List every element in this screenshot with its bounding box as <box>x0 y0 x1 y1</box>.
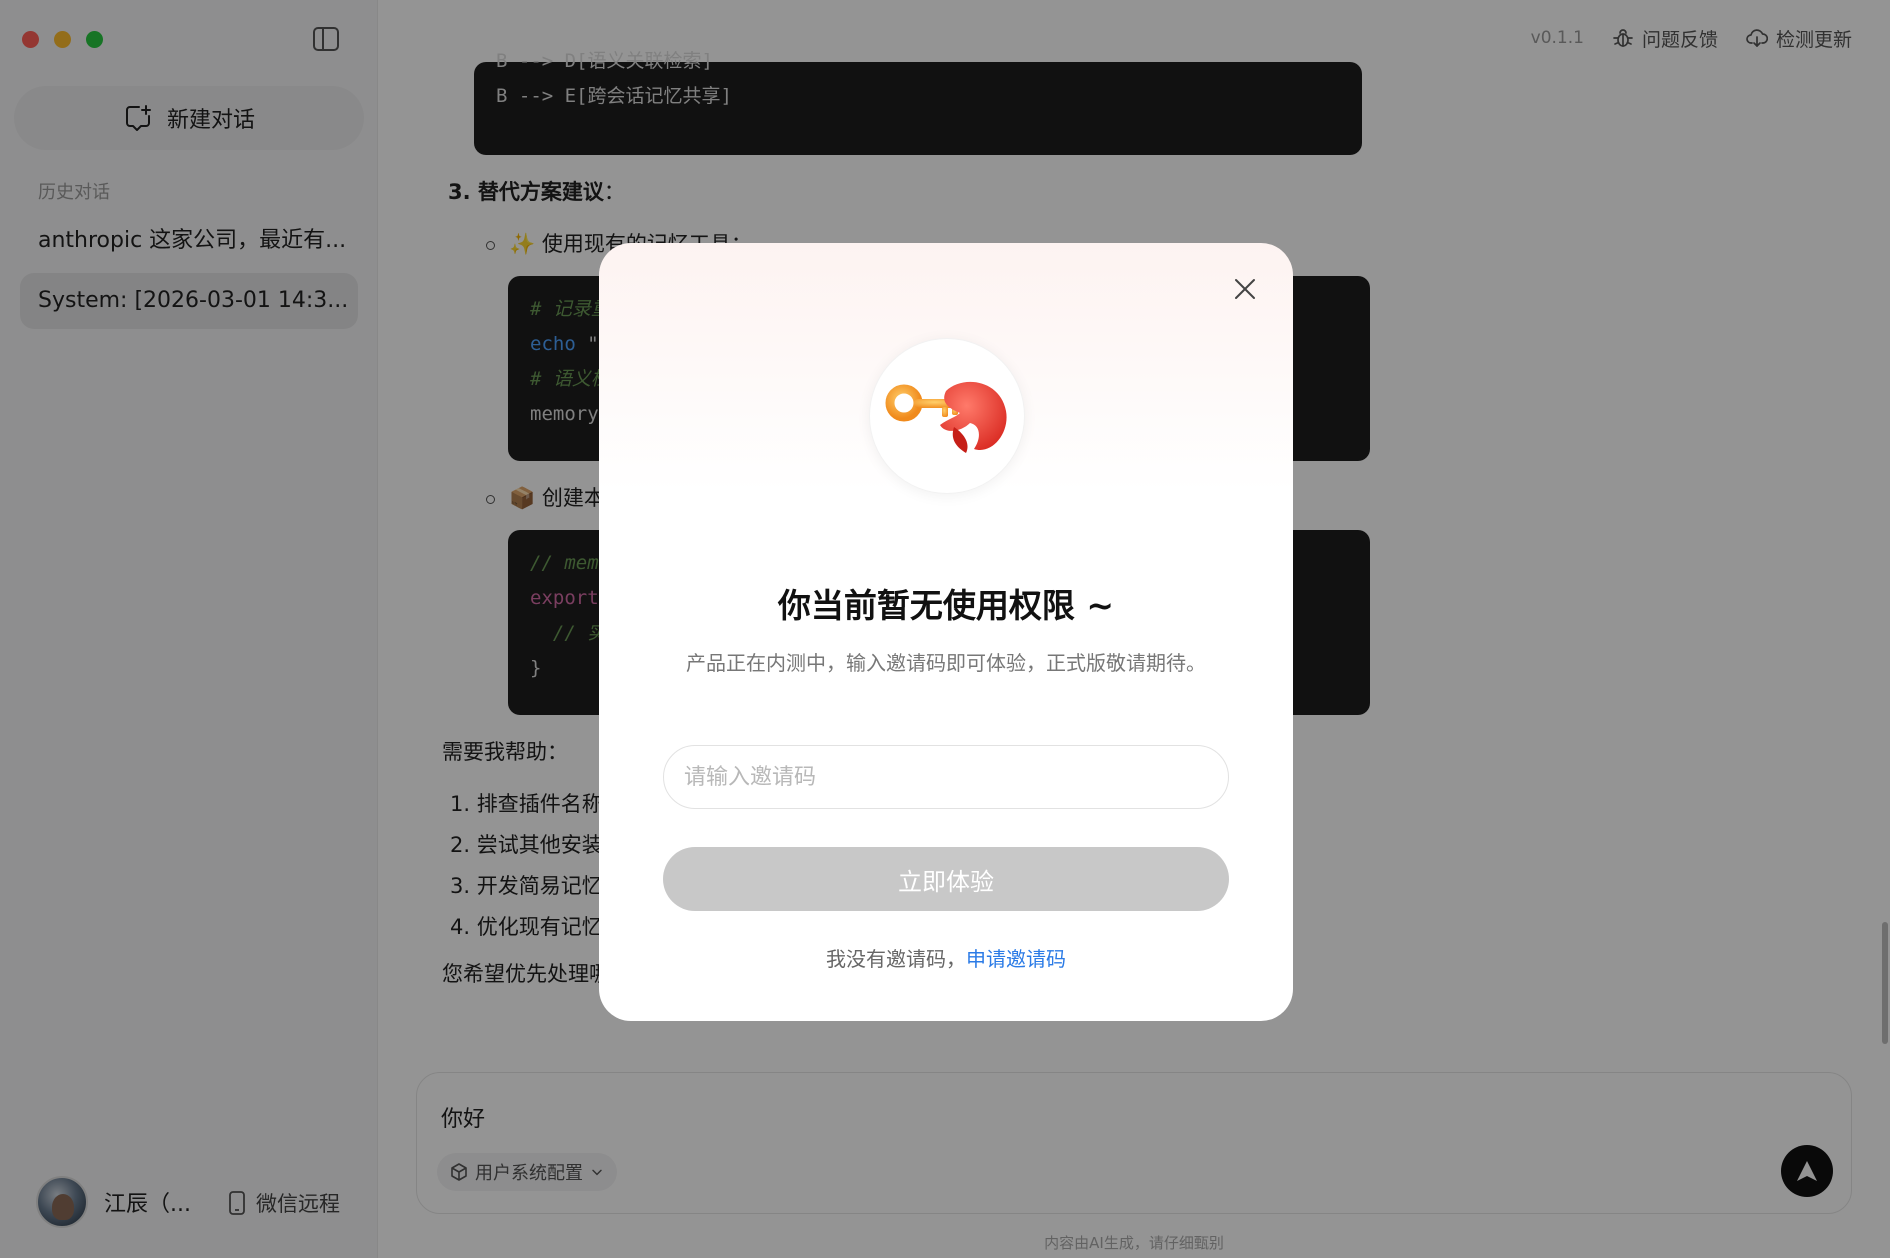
try-now-button[interactable]: 立即体验 <box>663 847 1229 911</box>
invite-code-input[interactable] <box>663 745 1229 809</box>
close-modal-button[interactable] <box>1227 271 1263 307</box>
no-invite-code-text: 我没有邀请码， <box>826 947 966 971</box>
key-illustration-icon <box>869 338 1025 494</box>
close-icon <box>1235 279 1255 299</box>
no-invite-code-row: 我没有邀请码，申请邀请码 <box>599 943 1293 972</box>
apply-invite-code-link[interactable]: 申请邀请码 <box>966 947 1066 971</box>
access-modal: 你当前暂无使用权限 ~ 产品正在内测中，输入邀请码即可体验，正式版敬请期待。 立… <box>599 243 1293 1021</box>
modal-description: 产品正在内测中，输入邀请码即可体验，正式版敬请期待。 <box>686 651 1206 675</box>
modal-title: 你当前暂无使用权限 ~ <box>777 586 1115 625</box>
